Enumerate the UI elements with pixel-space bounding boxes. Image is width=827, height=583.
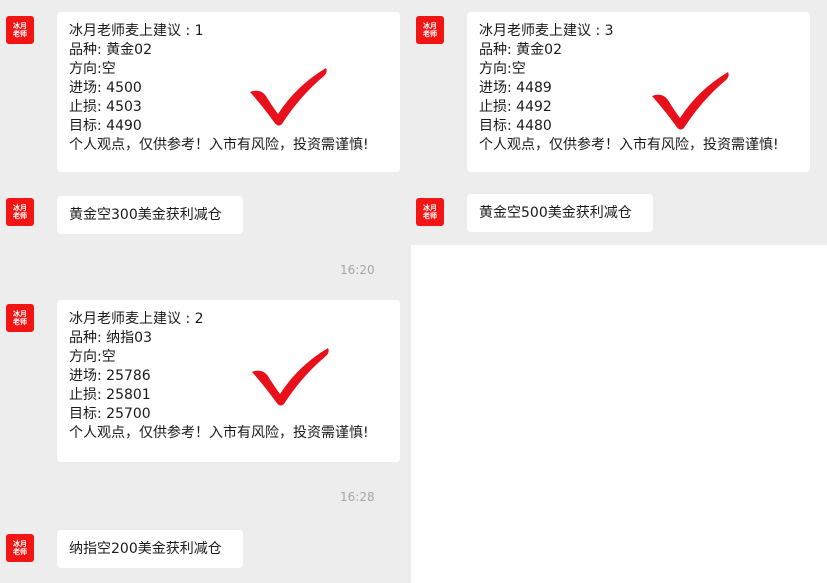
timestamp: 16:20 [340,263,375,277]
card-title: 冰月老师麦上建议 : 1 [69,23,204,39]
avatar[interactable]: 冰月 老师 [6,304,34,332]
message-bubble-short-2[interactable]: 纳指空200美金获利减仓 [57,530,243,568]
card-direction: 方向:空 [69,61,116,77]
message-text: 黄金空500美金获利减仓 [479,204,632,221]
message-bubble-short-3[interactable]: 黄金空500美金获利减仓 [467,194,653,232]
card-entry: 进场: 4489 [479,80,552,96]
card-product: 品种: 纳指03 [69,330,152,346]
card-direction: 方向:空 [69,349,116,365]
card-entry: 进场: 25786 [69,368,151,384]
card-stop: 止损: 4492 [479,99,552,115]
card-title: 冰月老师麦上建议 : 2 [69,311,204,327]
card-title: 冰月老师麦上建议 : 3 [479,23,614,39]
avatar[interactable]: 冰月 老师 [6,198,34,226]
card-product: 品种: 黄金02 [69,42,152,58]
card-stop: 止损: 25801 [69,387,151,403]
timestamp: 16:28 [340,490,375,504]
avatar[interactable]: 冰月 老师 [6,534,34,562]
avatar[interactable]: 冰月 老师 [6,16,34,44]
message-text: 黄金空300美金获利减仓 [69,206,222,223]
red-checkmark-icon [652,72,729,130]
card-disclaimer: 个人观点，仅供参考！入市有风险，投资需谨慎! [69,425,369,441]
card-target: 目标: 4480 [479,118,552,134]
card-disclaimer: 个人观点，仅供参考！入市有风险，投资需谨慎! [479,137,779,153]
card-disclaimer: 个人观点，仅供参考！入市有风险，投资需谨慎! [69,137,369,153]
card-stop: 止损: 4503 [69,99,142,115]
card-target: 目标: 4490 [69,118,142,134]
avatar[interactable]: 冰月 老师 [416,198,444,226]
message-bubble-card-2[interactable]: 冰月老师麦上建议 : 2 品种: 纳指03 方向:空 进场: 25786 止损:… [57,300,400,462]
message-text: 纳指空200美金获利减仓 [69,540,222,557]
card-product: 品种: 黄金02 [479,42,562,58]
message-bubble-short-1[interactable]: 黄金空300美金获利减仓 [57,196,243,234]
card-direction: 方向:空 [479,61,526,77]
message-bubble-card-1[interactable]: 冰月老师麦上建议 : 1 品种: 黄金02 方向:空 进场: 4500 止损: … [57,12,400,172]
message-bubble-card-3[interactable]: 冰月老师麦上建议 : 3 品种: 黄金02 方向:空 进场: 4489 止损: … [467,12,810,172]
card-target: 目标: 25700 [69,406,151,422]
red-checkmark-icon [252,348,329,406]
card-entry: 进场: 4500 [69,80,142,96]
avatar[interactable]: 冰月 老师 [416,16,444,44]
red-checkmark-icon [250,68,327,126]
